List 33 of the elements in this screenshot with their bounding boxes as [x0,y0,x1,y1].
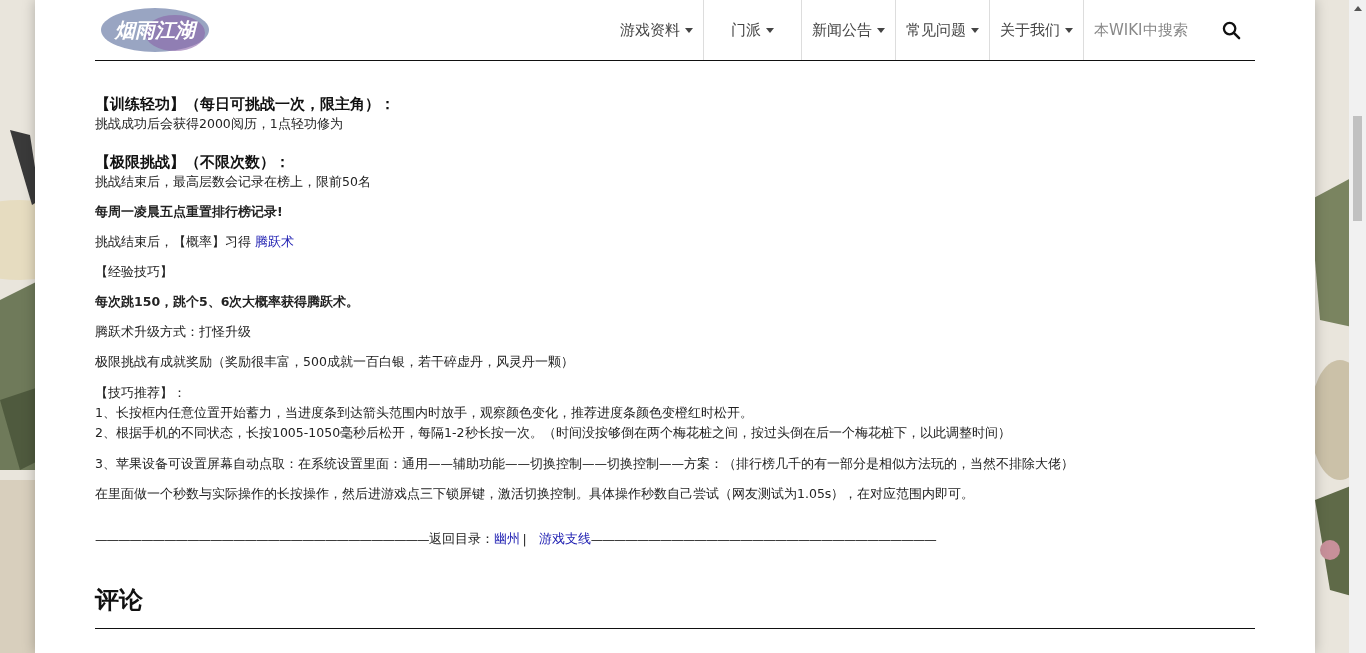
paragraph: 挑战成功后会获得2000阅历，1点轻功修为 [95,115,344,133]
nav-menu-item[interactable]: 游戏资料 [620,0,704,60]
scrollbar-thumb[interactable] [1353,116,1362,221]
nav-menu-item[interactable]: 常见问题 [896,0,990,60]
paragraph: 每次跳150，跳个5、6次大概率获得腾跃术。 [95,293,361,311]
skill-link[interactable]: 腾跃术 [255,234,294,249]
nav-menu-item[interactable]: 关于我们 [990,0,1084,60]
logo[interactable]: 烟雨江湖 [100,5,210,55]
divider-dashes: —————————————————————————————— [590,532,936,547]
scrollbar[interactable] [1349,0,1366,653]
comments-heading: 评论 [95,585,144,616]
paragraph: 每周一凌晨五点重置排行榜记录! [95,203,284,221]
paragraph: 【经验技巧】 [95,263,174,281]
category-link[interactable]: 游戏支线 [538,531,591,548]
category-link[interactable]: 幽州 [493,531,520,548]
paragraph: 3、苹果设备可设置屏幕自动点取：在系统设置里面：通用——辅助功能——切换控制——切换控制——方案：（排行榜几千的有一部分是相似方法玩的，当然不排除大佬） [95,455,1075,473]
paragraph: 腾跃术升级方式：打怪升级 [95,323,252,341]
paragraph: 1、长按框内任意位置开始蓄力，当进度条到达箭头范围内时放手，观察颜色变化，推荐进度条颜色变橙红时松开。 [95,404,754,422]
paragraph: 在里面做一个秒数与实际操作的长按操作，然后进游戏点三下锁屏键，激活切换控制。具体操作秒数自己尝试（网友测试为1.05s），在对应范围内即可。 [95,485,976,503]
section-heading: 【训练轻功】（每日可挑战一次，限主角）： [95,94,396,115]
paragraph: 挑战结束后，最高层数会记录在榜上，限前50名 [95,173,372,191]
paragraph: 2、根据手机的不同状态，长按1005-1050毫秒后松开，每隔1-2秒长按一次。（时间没按够倒在两个梅花桩之间，按过头倒在后一个梅花桩下，以此调整时间） [95,424,1012,442]
divider-dashes: ————————————————————————————— [95,532,429,547]
paragraph: 【技巧推荐】： [95,384,187,402]
paragraph: 挑战结束后，【概率】习得 腾跃术 [95,233,295,251]
separator: | [522,532,527,547]
scroll-up-icon[interactable] [1353,6,1362,11]
section-heading: 【极限挑战】（不限次数）： [95,152,291,173]
paragraph: 极限挑战有成就奖励（奖励很丰富，500成就一百白银，若干碎虚丹，风灵丹一颗） [95,353,575,371]
nav-menu-item[interactable]: 门派 [704,0,802,60]
back-label: 返回目录： [428,531,494,548]
search-icon[interactable] [1222,20,1241,40]
nav-menu-item[interactable]: 新闻公告 [802,0,896,60]
